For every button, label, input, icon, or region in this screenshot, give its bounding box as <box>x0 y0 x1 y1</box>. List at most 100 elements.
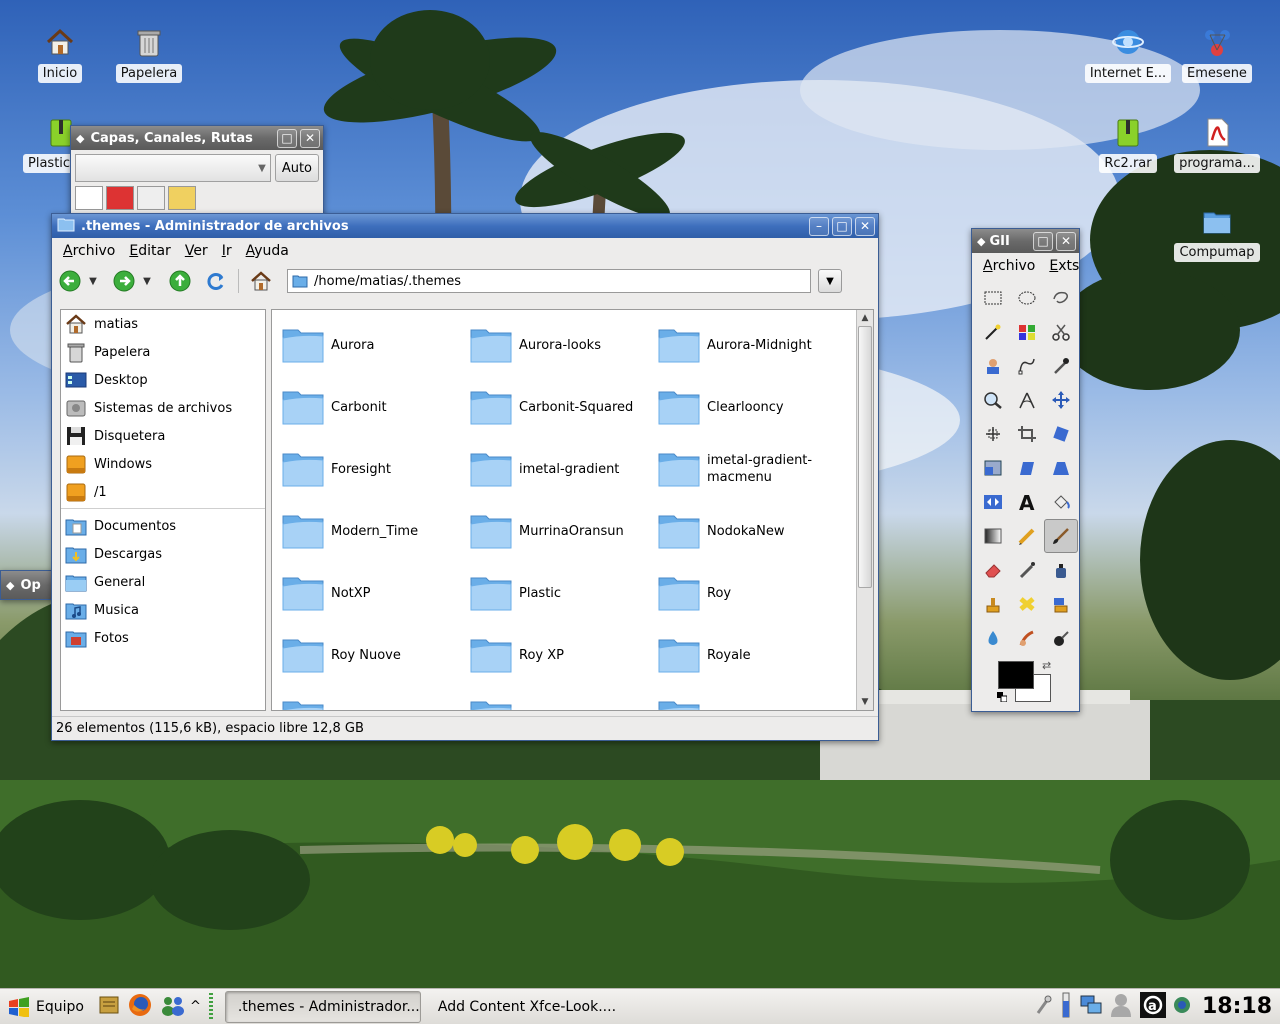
maximize-button[interactable]: □ <box>277 128 297 148</box>
shear-tool-icon[interactable] <box>1010 451 1044 485</box>
menu-ver[interactable]: Ver <box>178 243 215 259</box>
sidebar-item-documentos[interactable]: Documentos <box>61 512 265 540</box>
ellipse-select-tool-icon[interactable] <box>1010 281 1044 315</box>
auto-button[interactable]: Auto <box>274 154 319 182</box>
file-item[interactable]: Modern_Time <box>280 500 468 562</box>
sidebar-item-desktop[interactable]: Desktop <box>61 366 265 394</box>
file-item[interactable]: Aurora-looks <box>468 314 656 376</box>
taskbar-handle[interactable] <box>208 992 213 1021</box>
firefox-launcher-icon[interactable] <box>128 993 152 1021</box>
desktop-icon-programa[interactable]: programa... <box>1172 114 1262 177</box>
menu-ir[interactable]: Ir <box>215 243 239 259</box>
lasso-tool-icon[interactable] <box>1044 281 1078 315</box>
airbrush-tool-icon[interactable] <box>1010 553 1044 587</box>
maximize-button[interactable]: □ <box>1033 231 1053 251</box>
vertical-scrollbar[interactable]: ▲ ▼ <box>856 310 873 710</box>
up-button[interactable] <box>168 269 192 293</box>
swap-colors-icon[interactable]: ⇄ <box>1042 659 1051 672</box>
forward-button[interactable] <box>112 269 136 293</box>
foreground-color-swatch[interactable] <box>998 661 1034 689</box>
scale-tool-icon[interactable] <box>976 451 1010 485</box>
menu-exts[interactable]: Exts <box>1042 258 1086 274</box>
file-item[interactable]: imetal-gradient-macmenu <box>656 438 844 500</box>
file-item[interactable]: MurrinaOransun <box>468 500 656 562</box>
foreground-select-tool-icon[interactable] <box>976 349 1010 383</box>
file-item[interactable]: Roy Nuove <box>280 624 468 686</box>
file-item[interactable]: Roy XP <box>468 624 656 686</box>
messenger-launcher-icon[interactable] <box>160 994 186 1020</box>
text-tool-icon[interactable]: A <box>1010 485 1044 519</box>
close-button[interactable]: ✕ <box>300 128 320 148</box>
task-firefox[interactable]: Add Content Xfce-Look.... <box>425 991 621 1023</box>
blur-tool-icon[interactable] <box>976 621 1010 655</box>
minimize-button[interactable]: – <box>809 216 829 236</box>
file-item[interactable]: SlickposS <box>280 686 468 710</box>
scroll-thumb[interactable] <box>858 326 872 588</box>
move-tool-icon[interactable] <box>1044 383 1078 417</box>
back-history-dropdown[interactable]: ▼ <box>86 271 100 291</box>
amsn-tray-icon[interactable]: a <box>1139 991 1166 1022</box>
sidebar-item-descargas[interactable]: Descargas <box>61 540 265 568</box>
fuzzy-select-tool-icon[interactable] <box>976 315 1010 349</box>
close-button[interactable]: ✕ <box>855 216 875 236</box>
menu-ayuda[interactable]: Ayuda <box>239 243 296 259</box>
home-button[interactable] <box>249 269 273 293</box>
file-manager-titlebar[interactable]: .themes - Administrador de archivos – □ … <box>52 214 878 238</box>
gimp-toolbox-titlebar[interactable]: ◆ GII □ ✕ <box>972 229 1079 253</box>
file-item[interactable]: Aurora-Midnight <box>656 314 844 376</box>
file-item[interactable]: Foresight <box>280 438 468 500</box>
file-item[interactable]: Aurora <box>280 314 468 376</box>
sidebar-item-disquetera[interactable]: Disquetera <box>61 422 265 450</box>
image-select-dropdown[interactable]: ▼ <box>75 154 271 182</box>
undo-tab-icon[interactable] <box>168 186 196 210</box>
sidebar-item-musica[interactable]: Musica <box>61 596 265 624</box>
sidebar-item-papelera[interactable]: Papelera <box>61 338 265 366</box>
file-item[interactable]: Smoothie <box>468 686 656 710</box>
volume-tray-icon[interactable] <box>1062 992 1070 1022</box>
location-bar[interactable]: /home/matias/.themes <box>287 269 811 293</box>
default-colors-icon[interactable] <box>997 691 1008 703</box>
gimp-toolbox-window[interactable]: ◆ GII □ ✕ Archivo Exts A ⇄ <box>971 228 1080 712</box>
smudge-tool-icon[interactable] <box>1010 621 1044 655</box>
back-button[interactable] <box>58 269 82 293</box>
file-item[interactable]: Carbonit-Squared <box>468 376 656 438</box>
zoom-tool-icon[interactable] <box>976 383 1010 417</box>
blend-tool-icon[interactable] <box>976 519 1010 553</box>
start-button[interactable]: Equipo <box>0 996 92 1017</box>
close-button[interactable]: ✕ <box>1056 231 1076 251</box>
file-item[interactable]: Clearlooncy <box>656 376 844 438</box>
desktop-icon-inicio[interactable]: Inicio <box>15 24 105 87</box>
paths-tab-icon[interactable] <box>137 186 165 210</box>
perspective-tool-icon[interactable] <box>1044 451 1078 485</box>
color-select-tool-icon[interactable] <box>1010 315 1044 349</box>
file-item[interactable]: Royale <box>656 624 844 686</box>
measure-tool-icon[interactable] <box>1010 383 1044 417</box>
partial-window[interactable]: ◆ Op <box>0 570 56 600</box>
file-item[interactable]: Smoothie- <box>656 686 844 710</box>
menu-archivo[interactable]: Archivo <box>976 258 1042 274</box>
perspective-clone-tool-icon[interactable] <box>1044 587 1078 621</box>
location-dropdown-button[interactable]: ▼ <box>818 269 842 293</box>
file-item[interactable]: Carbonit <box>280 376 468 438</box>
file-item[interactable]: imetal-gradient <box>468 438 656 500</box>
sidebar-item-filesystem[interactable]: Sistemas de archivos <box>61 394 265 422</box>
forward-history-dropdown[interactable]: ▼ <box>140 271 154 291</box>
sidebar-item-windows[interactable]: Windows <box>61 450 265 478</box>
heal-tool-icon[interactable] <box>1010 587 1044 621</box>
layers-titlebar[interactable]: ◆ Capas, Canales, Rutas □ ✕ <box>71 126 323 150</box>
desktop-icon-rc2[interactable]: Rc2.rar <box>1083 114 1173 177</box>
layers-tab-icon[interactable] <box>75 186 103 210</box>
maximize-button[interactable]: □ <box>832 216 852 236</box>
scroll-up-arrow[interactable]: ▲ <box>857 310 873 326</box>
file-manager-window[interactable]: .themes - Administrador de archivos – □ … <box>51 213 879 741</box>
notes-launcher-icon[interactable] <box>98 994 120 1020</box>
eraser-tool-icon[interactable] <box>976 553 1010 587</box>
user-tray-icon[interactable] <box>1110 992 1132 1022</box>
flip-tool-icon[interactable] <box>976 485 1010 519</box>
rotate-tool-icon[interactable] <box>1044 417 1078 451</box>
bucket-fill-tool-icon[interactable] <box>1044 485 1078 519</box>
rect-select-tool-icon[interactable] <box>976 281 1010 315</box>
launcher-expand-arrow[interactable]: ^ <box>190 999 201 1014</box>
sidebar-item-matias[interactable]: matias <box>61 310 265 338</box>
paintbrush-tool-icon[interactable] <box>1044 519 1078 553</box>
